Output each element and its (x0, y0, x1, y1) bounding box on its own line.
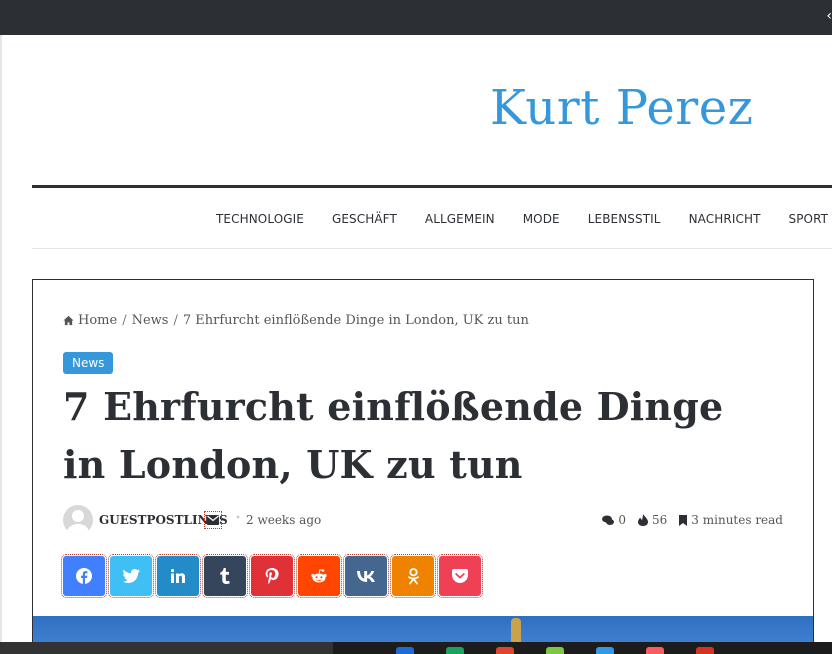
nav-item-lebensstil[interactable]: LEBENSSTIL (588, 212, 661, 226)
share-pocket-button[interactable] (437, 554, 483, 598)
comments-icon (602, 515, 615, 525)
vk-icon (357, 570, 375, 582)
taskbar-app-icon[interactable] (546, 647, 564, 654)
facebook-icon (76, 568, 92, 584)
meta-dot: • (235, 513, 241, 524)
breadcrumb: Home / News / 7 Ehrfurcht einflößende Di… (63, 313, 529, 328)
share-linkedin-button[interactable] (155, 554, 201, 598)
breadcrumb-separator: / (173, 313, 178, 328)
reddit-icon (311, 569, 327, 583)
bookmark-icon (679, 514, 688, 526)
category-badge[interactable]: News (63, 352, 114, 374)
taskbar-app-icon[interactable] (396, 647, 414, 654)
tumblr-icon (220, 568, 230, 584)
share-facebook-button[interactable] (61, 554, 107, 598)
share-odnoklassniki-button[interactable] (390, 554, 436, 598)
nav-item-nachricht[interactable]: NACHRICHT (689, 212, 761, 226)
breadcrumb-home[interactable]: Home (78, 313, 117, 328)
pinterest-icon (265, 568, 279, 584)
post-meta: GUESTPOSTLINKS • 2 weeks ago 0 56 3 minu… (63, 505, 783, 535)
pocket-icon (452, 569, 468, 583)
taskbar-app-icon[interactable] (496, 647, 514, 654)
twitter-icon (122, 569, 140, 583)
read-time: 3 minutes read (679, 513, 783, 527)
avatar-body (67, 524, 89, 535)
breadcrumb-category[interactable]: News (132, 313, 169, 328)
odnoklassniki-icon (407, 567, 419, 584)
home-icon (63, 315, 74, 326)
nav-item-technologie[interactable]: TECHNOLOGIE (216, 212, 304, 226)
comments-value: 0 (618, 513, 627, 527)
views-count: 56 (638, 513, 667, 527)
taskbar-app-icon[interactable] (446, 647, 464, 654)
top-bar: ‹ (0, 0, 832, 35)
chevron-left-icon[interactable]: ‹ (826, 8, 832, 24)
page-edge (0, 35, 2, 654)
avatar[interactable] (63, 505, 93, 535)
taskbar-app-icon[interactable] (696, 647, 714, 654)
linkedin-icon (171, 569, 185, 583)
taskbar (0, 642, 832, 654)
site-logo[interactable]: Kurt Perez (490, 80, 753, 136)
post-stats: 0 56 3 minutes read (590, 513, 783, 527)
main-nav: TECHNOLOGIE GESCHÄFT ALLGEMEIN MODE LEBE… (32, 185, 832, 249)
flame-icon (638, 514, 649, 526)
envelope-icon[interactable] (204, 511, 222, 529)
nav-item-sport[interactable]: SPORT (789, 212, 829, 226)
share-pinterest-button[interactable] (249, 554, 295, 598)
share-tumblr-button[interactable] (202, 554, 248, 598)
envelope-glyph (207, 515, 219, 525)
nav-item-mode[interactable]: MODE (523, 212, 560, 226)
views-value: 56 (652, 513, 668, 527)
avatar-head (72, 510, 84, 522)
taskbar-app-icon[interactable] (596, 647, 614, 654)
nav-item-geschaeft[interactable]: GESCHÄFT (332, 212, 397, 226)
share-buttons (61, 554, 486, 598)
read-time-value: 3 minutes read (691, 513, 783, 527)
post-date: 2 weeks ago (246, 513, 322, 527)
share-vk-button[interactable] (343, 554, 389, 598)
nav-item-allgemein[interactable]: ALLGEMEIN (425, 212, 495, 226)
article-card: Home / News / 7 Ehrfurcht einflößende Di… (32, 279, 814, 654)
breadcrumb-separator: / (122, 313, 127, 328)
taskbar-search-area[interactable] (0, 642, 333, 654)
comments-count[interactable]: 0 (602, 513, 626, 527)
share-reddit-button[interactable] (296, 554, 342, 598)
breadcrumb-current: 7 Ehrfurcht einflößende Dinge in London,… (182, 313, 529, 328)
article-title: 7 Ehrfurcht einflößende Dinge in London,… (63, 384, 724, 487)
taskbar-app-icon[interactable] (646, 647, 664, 654)
share-twitter-button[interactable] (108, 554, 154, 598)
nav-list: TECHNOLOGIE GESCHÄFT ALLGEMEIN MODE LEBE… (216, 188, 832, 249)
